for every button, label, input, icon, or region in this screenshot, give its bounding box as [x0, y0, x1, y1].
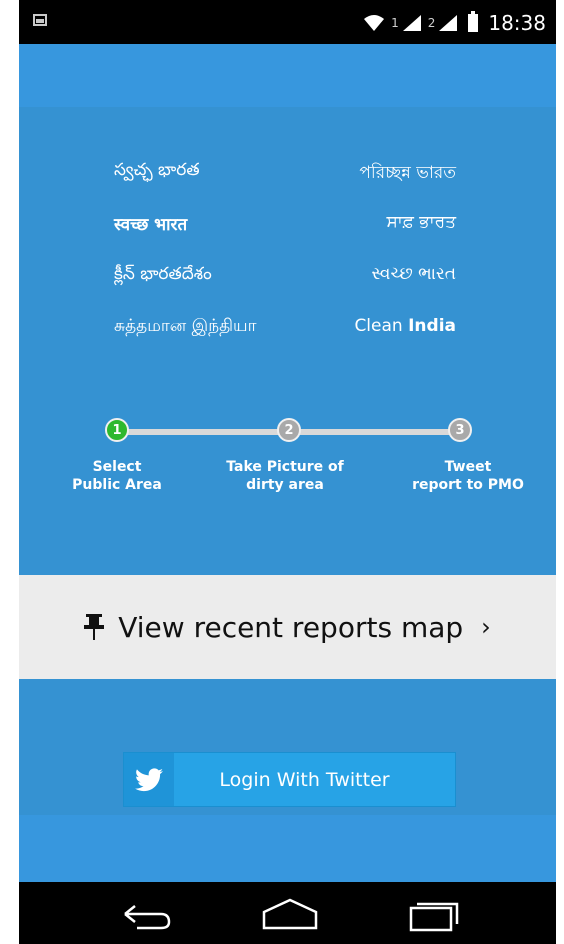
english-prefix: Clean — [354, 316, 409, 336]
status-bar: 1 2 18:38 — [19, 0, 556, 44]
home-icon[interactable] — [260, 896, 320, 932]
status-icons: 1 2 18:38 — [363, 10, 546, 36]
tamil-text: சுத்தமான இந்தியா — [114, 316, 257, 336]
step-2-label: Take Picture of dirty area — [210, 458, 360, 494]
step-3-indicator: 3 — [448, 418, 472, 442]
step-3-label: Tweet report to PMO — [408, 458, 528, 494]
wifi-icon — [364, 15, 385, 31]
english-text: Clean India — [354, 316, 456, 336]
twitter-bird-icon — [135, 767, 163, 791]
step-3-line1: Tweet — [444, 459, 492, 475]
bottom-band — [19, 815, 556, 882]
chevron-right-icon: › — [481, 613, 491, 641]
step-1-line2: Public Area — [72, 477, 162, 493]
step-1-indicator: 1 — [105, 418, 129, 442]
clock: 18:38 — [488, 11, 546, 35]
step-2-line2: dirty area — [246, 477, 324, 493]
back-icon[interactable] — [117, 896, 177, 932]
step-3-line2: report to PMO — [412, 477, 524, 493]
language-row: స్వచ్ఛ భారత পরিচ্ছন্ন ভারত — [19, 160, 556, 190]
bengali-text: পরিচ্ছন্ন ভারত — [359, 163, 456, 183]
system-nav-bar — [19, 882, 556, 944]
language-row: சுத்தமான இந்தியா Clean India — [19, 316, 556, 346]
signal-icon — [402, 15, 421, 31]
sim1-label: 1 — [391, 16, 399, 30]
app-screen: 1 2 18:38 స్వచ్ఛ భారత পরিচ্ছন্ন ভারত स्व… — [19, 0, 556, 944]
gujarati-text: સ્વચ્છ ભારત — [371, 264, 457, 284]
top-band — [19, 44, 556, 107]
telugu-text: స్వచ్ఛ భారత — [114, 160, 200, 180]
signal-icon — [439, 15, 458, 31]
pushpin-icon — [84, 614, 105, 640]
picture-icon — [33, 14, 47, 26]
reports-map-label: View recent reports map — [118, 610, 464, 644]
language-row: క్లీన్ భారతదేశం સ્વચ્છ ભારત — [19, 264, 556, 294]
language-row: स्वच्छ भारत ਸਾਫ਼ ਭਾਰਤ — [19, 212, 556, 242]
english-bold: India — [408, 316, 456, 336]
step-2-indicator: 2 — [277, 418, 301, 442]
step-2-line1: Take Picture of — [226, 459, 344, 475]
progress-stepper: 1 2 3 Select Public Area Take Picture of… — [19, 418, 556, 508]
view-reports-map-button[interactable]: View recent reports map › — [19, 575, 556, 679]
hindi-text: स्वच्छ भारत — [114, 215, 188, 235]
battery-icon — [468, 11, 479, 32]
punjabi-text: ਸਾਫ਼ ਭਾਰਤ — [386, 212, 456, 232]
step-1-label: Select Public Area — [67, 458, 167, 494]
twitter-icon-box — [124, 753, 174, 806]
login-with-twitter-button[interactable]: Login With Twitter — [123, 752, 456, 807]
step-1-line1: Select — [92, 459, 142, 475]
login-label: Login With Twitter — [219, 768, 390, 791]
sim2-label: 2 — [427, 16, 436, 30]
recent-apps-icon[interactable] — [405, 896, 465, 932]
telugu-clean-text: క్లీన్ భారతదేశం — [114, 264, 212, 284]
